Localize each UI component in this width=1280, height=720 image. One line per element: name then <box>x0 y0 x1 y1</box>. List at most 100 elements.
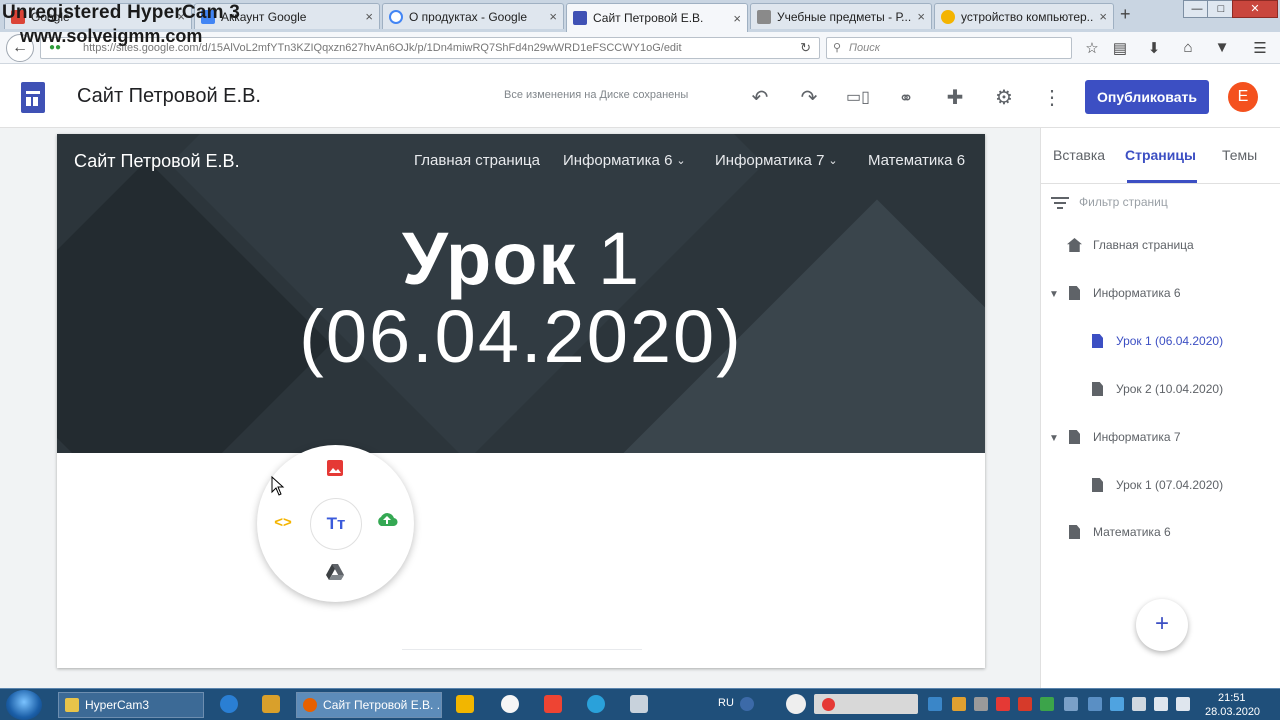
upload-icon[interactable] <box>375 511 399 535</box>
add-page-button[interactable]: + <box>1136 599 1188 651</box>
tab-close-icon[interactable]: × <box>917 9 925 24</box>
page-icon <box>1069 286 1080 300</box>
volume-icon[interactable] <box>1176 697 1190 711</box>
yandex-icon[interactable] <box>544 695 562 713</box>
close-window-button[interactable]: ✕ <box>1232 0 1278 18</box>
tab-insert[interactable]: Вставка <box>1053 147 1105 163</box>
tray-icon[interactable] <box>996 697 1010 711</box>
recording-watermark-url: www.solveigmm.com <box>20 26 203 46</box>
language-indicator[interactable]: RU <box>718 697 734 709</box>
google-sites-logo-icon[interactable] <box>21 82 45 113</box>
save-status: Все изменения на Диске сохранены <box>504 89 689 101</box>
page-header-banner[interactable]: Сайт Петровой Е.В. Главная страница Инфо… <box>57 134 985 453</box>
reading-list-icon[interactable]: ▤ <box>1110 39 1130 57</box>
page-icon <box>1069 525 1080 539</box>
nav-item-informatics-6[interactable]: Информатика 6 ⌄ <box>563 152 686 169</box>
help-circle-icon[interactable] <box>786 694 806 714</box>
more-icon[interactable]: ⋮ <box>1039 85 1065 111</box>
taskbar-item-hypercam[interactable]: HyperCam3 <box>58 692 204 718</box>
new-tab-button[interactable]: + <box>1120 4 1131 25</box>
link-icon[interactable]: ⚭ <box>893 85 919 111</box>
start-button[interactable] <box>6 690 42 720</box>
page-item-label: Урок 1 (07.04.2020) <box>1116 478 1224 492</box>
caret-down-icon[interactable]: ▼ <box>1049 433 1059 444</box>
help-icon[interactable] <box>740 697 754 711</box>
tab-close-icon[interactable]: × <box>365 9 373 24</box>
browser-tab[interactable]: устройство компьютер... × <box>934 3 1114 29</box>
battery-icon[interactable] <box>1154 697 1168 711</box>
site-title[interactable]: Сайт Петровой Е.В. <box>77 85 261 108</box>
site-name[interactable]: Сайт Петровой Е.В. <box>74 151 240 172</box>
tray-icon[interactable] <box>928 697 942 711</box>
menu-icon[interactable]: ☰ <box>1250 39 1270 57</box>
clock-time[interactable]: 21:51 <box>1218 692 1246 704</box>
tray-icon[interactable] <box>1110 697 1124 711</box>
home-icon <box>1067 238 1082 252</box>
tray-icon[interactable] <box>1088 697 1102 711</box>
nav-item-informatics-7[interactable]: Информатика 7 ⌄ <box>715 152 838 169</box>
nav-item-home[interactable]: Главная страница <box>414 152 540 169</box>
page-item-label: Главная страница <box>1093 238 1194 252</box>
tray-icon[interactable] <box>1018 697 1032 711</box>
record-pause-icon[interactable] <box>822 698 835 711</box>
avatar[interactable]: E <box>1228 82 1258 112</box>
reload-icon[interactable]: ↻ <box>800 38 811 58</box>
tab-label: Сайт Петровой Е.В. <box>593 11 704 25</box>
telegram-icon[interactable] <box>587 695 605 713</box>
page-item-informatics-7[interactable]: Информатика 7 <box>1069 430 1181 444</box>
share-icon[interactable]: ✚ <box>942 85 968 111</box>
tray-icon[interactable] <box>974 697 988 711</box>
tab-close-icon[interactable]: × <box>1099 9 1107 24</box>
home-icon[interactable]: ⌂ <box>1178 39 1198 56</box>
image-icon[interactable] <box>323 459 347 483</box>
settings-icon[interactable]: ⚙ <box>991 85 1017 111</box>
browser-tab[interactable]: Учебные предметы - Р... × <box>750 3 932 29</box>
page-title[interactable]: Урок 1 <box>57 216 985 301</box>
page-item-label: Информатика 6 <box>1093 286 1181 300</box>
pocket-icon[interactable]: ▼ <box>1212 39 1232 56</box>
media-player-icon[interactable] <box>262 695 280 713</box>
page-item-math-6[interactable]: Математика 6 <box>1069 525 1171 539</box>
nav-item-label: Информатика 6 <box>563 152 673 169</box>
bookmark-star-icon[interactable]: ☆ <box>1082 39 1102 57</box>
redo-icon[interactable]: ↷ <box>796 85 822 111</box>
maximize-button[interactable]: □ <box>1207 0 1235 18</box>
embed-code-icon[interactable]: <> <box>271 511 295 535</box>
browser-tab-active[interactable]: Сайт Петровой Е.В. × <box>566 3 748 32</box>
search-input[interactable]: ⚲ Поиск <box>826 37 1072 59</box>
page-item-lesson-1-0604[interactable]: Урок 1 (06.04.2020) <box>1092 334 1223 348</box>
page-title-date[interactable]: (06.04.2020) <box>57 294 985 379</box>
clock-date[interactable]: 28.03.2020 <box>1205 706 1260 718</box>
text-box-button[interactable]: Tт <box>310 498 362 550</box>
tab-themes[interactable]: Темы <box>1222 147 1257 163</box>
yandex-browser-icon[interactable] <box>501 695 519 713</box>
page-item-lesson-1-0704[interactable]: Урок 1 (07.04.2020) <box>1092 478 1223 492</box>
search-placeholder: Поиск <box>849 42 880 54</box>
filter-icon[interactable] <box>1051 194 1069 212</box>
tab-close-icon[interactable]: × <box>733 11 741 26</box>
google-drive-icon[interactable] <box>323 563 347 587</box>
app-icon[interactable] <box>630 695 648 713</box>
internet-explorer-icon[interactable] <box>220 695 238 713</box>
nav-item-math-6[interactable]: Математика 6 <box>868 152 965 169</box>
undo-icon[interactable]: ↶ <box>747 85 773 111</box>
download-icon[interactable]: ⬇ <box>1144 39 1164 57</box>
page-icon <box>1092 334 1103 348</box>
taskbar-item-firefox[interactable]: Сайт Петровой Е.В. ... <box>296 692 442 718</box>
browser-tab[interactable]: О продуктах - Google × <box>382 3 564 29</box>
page-item-lesson-2-1004[interactable]: Урок 2 (10.04.2020) <box>1092 382 1223 396</box>
tray-icon[interactable] <box>952 697 966 711</box>
shield-icon[interactable] <box>1064 697 1078 711</box>
network-icon[interactable] <box>1132 697 1146 711</box>
page-item-informatics-6[interactable]: Информатика 6 <box>1069 286 1181 300</box>
caret-down-icon[interactable]: ▼ <box>1049 289 1059 300</box>
tab-close-icon[interactable]: × <box>549 9 557 24</box>
page-filter-input[interactable]: Фильтр страниц <box>1079 195 1168 209</box>
google-sites-favicon-icon <box>573 11 587 25</box>
outlook-icon[interactable] <box>456 695 474 713</box>
page-item-home[interactable]: Главная страница <box>1067 238 1194 252</box>
tab-pages[interactable]: Страницы <box>1125 147 1196 163</box>
publish-button[interactable]: Опубликовать <box>1085 80 1209 114</box>
tray-icon[interactable] <box>1040 697 1054 711</box>
preview-icon[interactable]: ▭▯ <box>845 85 871 111</box>
